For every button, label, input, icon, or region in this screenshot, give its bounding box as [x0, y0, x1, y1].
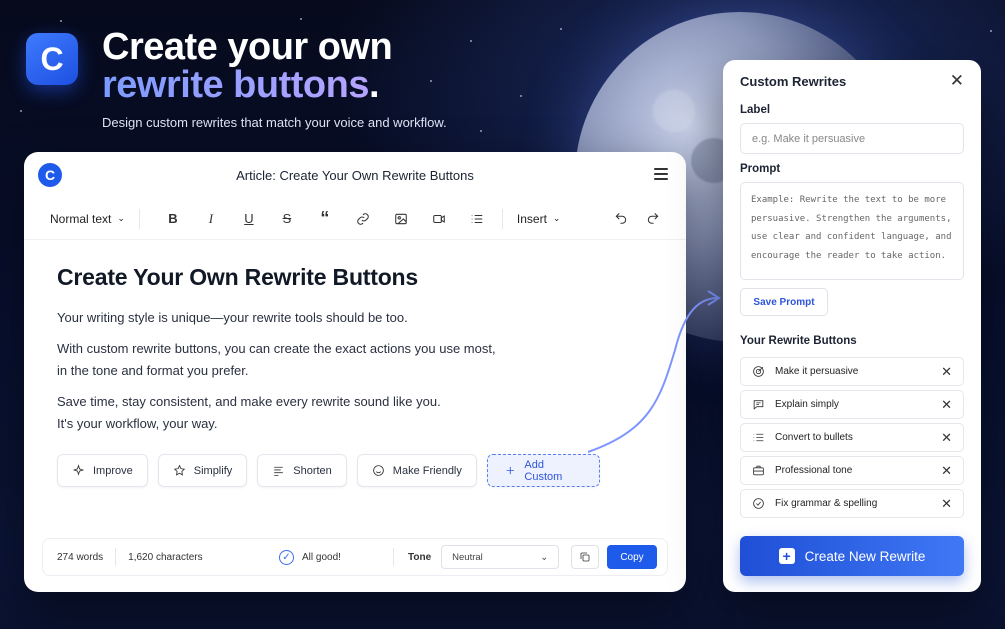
formatting-toolbar: Normal text ⌄ B I U S “ Insert ⌄ — [24, 198, 686, 240]
chevron-down-icon: ⌄ — [552, 213, 561, 223]
save-prompt-button[interactable]: Save Prompt — [740, 288, 828, 316]
smile-icon — [372, 465, 384, 476]
underline-icon[interactable]: U — [230, 211, 268, 226]
video-icon[interactable] — [420, 211, 458, 227]
plus-icon — [506, 466, 514, 475]
rewrite-actions: Improve Simplify Shorten Make Friendly A… — [57, 454, 600, 487]
remove-icon[interactable]: ✕ — [941, 364, 952, 380]
rewrite-item[interactable]: Explain simply ✕ — [740, 390, 964, 419]
list-icon[interactable] — [458, 211, 496, 227]
editor-title-bar: C Article: Create Your Own Rewrite Butto… — [24, 152, 686, 198]
shorten-button[interactable]: Shorten — [257, 454, 347, 487]
prompt-heading: Prompt — [740, 163, 781, 175]
link-icon[interactable] — [344, 211, 382, 227]
prompt-textarea[interactable]: Example: Rewrite the text to be more per… — [740, 182, 964, 280]
make-friendly-button[interactable]: Make Friendly — [356, 454, 477, 487]
hero-title-line2: rewrite buttons. — [102, 64, 380, 106]
hero-subtitle: Design custom rewrites that match your v… — [102, 115, 447, 130]
insert-select[interactable]: Insert ⌄ — [517, 212, 561, 226]
add-custom-button[interactable]: Add Custom — [486, 454, 600, 487]
label-heading: Label — [740, 104, 771, 116]
remove-icon[interactable]: ✕ — [941, 430, 952, 446]
rewrite-item[interactable]: Professional tone ✕ — [740, 456, 964, 485]
rewrite-buttons-heading: Your Rewrite Buttons — [740, 335, 857, 347]
rewrite-item[interactable]: Convert to bullets ✕ — [740, 423, 964, 452]
grammar-status: ✓ All good! — [279, 549, 341, 565]
close-icon[interactable]: ✕ — [950, 71, 964, 91]
paragraph-1: Your writing style is unique—your rewrit… — [57, 310, 408, 325]
rewrite-buttons-list: Make it persuasive ✕ Explain simply ✕ Co… — [740, 357, 964, 522]
briefcase-icon — [753, 465, 764, 476]
panel-header: Custom Rewrites ✕ — [723, 62, 981, 100]
toolbar-divider — [501, 208, 503, 229]
undo-icon[interactable] — [614, 211, 628, 230]
bullets-icon — [753, 433, 764, 442]
app-logo: C — [26, 33, 78, 85]
word-count: 274 words — [57, 551, 104, 563]
redo-icon[interactable] — [646, 211, 660, 230]
status-divider — [115, 548, 117, 566]
rewrite-item[interactable]: Make it persuasive ✕ — [740, 357, 964, 386]
improve-button[interactable]: Improve — [57, 454, 148, 487]
panel-title: Custom Rewrites — [740, 73, 847, 89]
simplify-button[interactable]: Simplify — [157, 454, 248, 487]
star-icon — [173, 464, 185, 476]
hero-title-line1: Create your own — [102, 26, 393, 68]
tone-label: Tone — [408, 551, 432, 563]
text-style-select[interactable]: Normal text ⌄ — [50, 212, 125, 226]
image-icon[interactable] — [382, 211, 420, 227]
remove-icon[interactable]: ✕ — [941, 463, 952, 479]
status-bar: 274 words 1,620 characters ✓ All good! T… — [42, 538, 668, 576]
document-heading: Create Your Own Rewrite Buttons — [57, 264, 419, 290]
custom-rewrites-panel: Custom Rewrites ✕ Label e.g. Make it per… — [723, 60, 981, 592]
plus-icon: + — [778, 548, 795, 564]
toolbar-divider — [138, 208, 140, 229]
chevron-down-icon: ⌄ — [540, 551, 549, 563]
chat-icon — [753, 400, 764, 410]
hamburger-menu-icon[interactable] — [654, 168, 668, 180]
copy-button[interactable]: Copy — [607, 545, 657, 569]
lines-icon — [274, 466, 284, 476]
copy-icon — [580, 552, 590, 562]
status-divider — [393, 548, 394, 566]
remove-icon[interactable]: ✕ — [941, 397, 952, 413]
create-new-rewrite-button[interactable]: + Create New Rewrite — [740, 536, 964, 576]
character-count: 1,620 characters — [128, 551, 203, 563]
label-input[interactable]: e.g. Make it persuasive — [740, 123, 964, 154]
quote-icon[interactable]: “ — [306, 208, 344, 229]
paragraph-2: With custom rewrite buttons, you can cre… — [57, 341, 496, 378]
target-icon — [753, 366, 764, 377]
remove-icon[interactable]: ✕ — [941, 496, 952, 512]
rewrite-item[interactable]: Fix grammar & spelling ✕ — [740, 489, 964, 518]
document-title: Article: Create Your Own Rewrite Buttons — [236, 167, 474, 183]
check-circle-icon: ✓ — [279, 549, 294, 565]
tone-control: Tone Neutral ⌄ — [393, 545, 560, 569]
copy-icon-button[interactable] — [571, 545, 599, 569]
editor-window: C Article: Create Your Own Rewrite Butto… — [24, 152, 686, 592]
bold-icon[interactable]: B — [154, 211, 192, 226]
document-body[interactable]: Create Your Own Rewrite Buttons Your wri… — [57, 264, 517, 444]
paragraph-3: Save time, stay consistent, and make eve… — [57, 394, 441, 431]
check-circle-icon — [753, 498, 764, 509]
sparkle-icon — [72, 464, 85, 476]
italic-icon[interactable]: I — [192, 211, 230, 227]
strikethrough-icon[interactable]: S — [268, 211, 306, 226]
tone-select[interactable]: Neutral ⌄ — [441, 545, 560, 569]
chevron-down-icon: ⌄ — [117, 213, 125, 223]
